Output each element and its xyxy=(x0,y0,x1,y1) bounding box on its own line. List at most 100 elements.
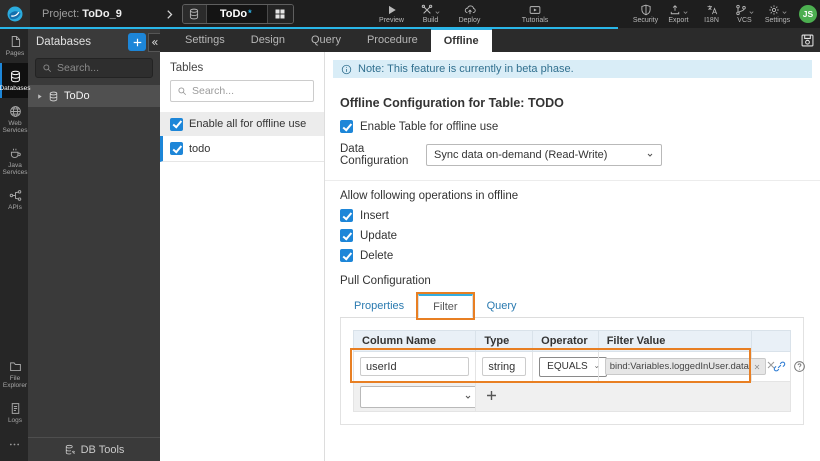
add-column-select[interactable] xyxy=(360,385,480,408)
tab-design[interactable]: Design xyxy=(238,28,298,52)
delete-label: Delete xyxy=(360,249,394,262)
enable-all-checkbox[interactable] xyxy=(170,117,183,131)
security-button[interactable]: Security xyxy=(629,0,662,28)
sidebar-item-java-services[interactable]: Java Services xyxy=(0,140,28,182)
tab-filter[interactable]: Filter xyxy=(416,292,475,320)
sidebar-item-databases[interactable]: Databases xyxy=(0,63,31,98)
caret-right-icon[interactable] xyxy=(36,93,43,100)
header-column-name: Column Name xyxy=(352,330,477,352)
deploy-label: Deploy xyxy=(458,17,481,24)
tab-settings[interactable]: Settings xyxy=(172,28,238,52)
api-icon xyxy=(9,189,22,202)
sidebar-item-file-explorer[interactable]: File Explorer xyxy=(0,353,28,395)
delete-filter-row-button[interactable] xyxy=(765,359,777,371)
beta-note-text: Note: This feature is currently in beta … xyxy=(358,63,574,75)
deploy-button[interactable]: Deploy xyxy=(450,0,489,28)
filter-table-header-row: Column Name Type Operator Filter Value xyxy=(352,330,792,352)
data-configuration-select[interactable]: Sync data on-demand (Read-Write) xyxy=(426,144,662,166)
tables-search-input[interactable] xyxy=(192,85,298,97)
sidebar-item-label: Pages xyxy=(5,50,25,57)
file-icon xyxy=(9,35,22,48)
beta-note-banner: Note: This feature is currently in beta … xyxy=(333,60,812,78)
close-icon xyxy=(765,359,777,371)
filter-value-cell: bind:Variables.loggedInUser.data xyxy=(604,358,745,375)
databases-search-input[interactable] xyxy=(57,62,143,74)
sidebar-item-label: Databases xyxy=(0,85,31,92)
plus-icon xyxy=(485,389,498,402)
operator-select[interactable]: EQUALS xyxy=(539,356,608,377)
sidebar-item-pages[interactable]: Pages xyxy=(0,28,28,63)
sidebar-item-label: Java Services xyxy=(2,162,28,176)
help-icon xyxy=(793,360,806,373)
page-title: Offline Configuration for Table: TODO xyxy=(340,96,564,110)
database-name: ToDo xyxy=(64,90,90,102)
data-configuration-value: Sync data on-demand (Read-Write) xyxy=(434,149,608,161)
user-avatar[interactable]: JS xyxy=(799,5,817,23)
preview-label: Preview xyxy=(379,17,404,24)
tab-query-pull[interactable]: Query xyxy=(473,294,531,317)
filter-value-chip[interactable]: bind:Variables.loggedInUser.data xyxy=(604,358,766,375)
vcs-button[interactable]: VCS xyxy=(728,0,761,28)
enable-table-checkbox[interactable] xyxy=(340,120,353,133)
settings-label: Settings xyxy=(764,17,791,24)
chevron-down-icon xyxy=(682,9,689,16)
plus-icon xyxy=(132,37,143,48)
i18n-button[interactable]: I18N xyxy=(695,0,728,28)
enable-all-offline-row[interactable]: Enable all for offline use xyxy=(160,112,324,136)
sidebar-more-button[interactable] xyxy=(0,430,28,461)
operations-section-label: Allow following operations in offline xyxy=(340,190,519,202)
insert-checkbox[interactable] xyxy=(340,209,353,222)
sidebar-item-web-services[interactable]: Web Services xyxy=(0,98,28,140)
tab-query[interactable]: Query xyxy=(298,28,354,52)
operations-checkboxes: Insert Update Delete xyxy=(340,209,804,262)
database-tree-item-todo[interactable]: ToDo xyxy=(28,85,160,107)
video-icon xyxy=(529,4,541,16)
artifact-tab-todo[interactable]: ToDo* xyxy=(181,4,294,24)
close-icon[interactable] xyxy=(753,363,761,371)
build-button[interactable]: Build xyxy=(411,0,450,28)
help-button[interactable] xyxy=(793,360,806,373)
enable-all-label: Enable all for offline use xyxy=(189,118,307,130)
sidebar-item-label: File Explorer xyxy=(2,375,28,389)
table-item-todo[interactable]: todo xyxy=(160,136,324,162)
collapse-panel-button[interactable] xyxy=(148,33,160,52)
wavemaker-logo[interactable] xyxy=(0,0,30,28)
db-tools-button[interactable]: DB Tools xyxy=(28,437,160,461)
tab-offline[interactable]: Offline xyxy=(430,28,492,52)
settings-button[interactable]: Settings xyxy=(761,0,794,28)
tab-procedure[interactable]: Procedure xyxy=(354,28,431,52)
databases-panel: Databases ToDo DB Tools xyxy=(28,28,160,461)
db-tools-label: DB Tools xyxy=(80,443,125,456)
build-label: Build xyxy=(422,17,439,24)
save-button[interactable] xyxy=(800,33,815,48)
filter-table: Column Name Type Operator Filter Value u… xyxy=(352,330,792,412)
chevron-down-icon xyxy=(748,9,755,16)
column-name-input[interactable] xyxy=(360,357,470,376)
rail-spacer xyxy=(0,217,28,353)
table-todo-checkbox[interactable] xyxy=(170,142,183,155)
add-database-button[interactable] xyxy=(128,33,146,51)
topbar-actions: Preview Build Deploy xyxy=(372,0,489,28)
play-icon xyxy=(386,4,398,16)
tab-properties[interactable]: Properties xyxy=(340,294,418,317)
modified-indicator: * xyxy=(248,8,252,18)
data-configuration-label: Data Configuration xyxy=(340,143,409,167)
add-filter-button[interactable] xyxy=(485,389,498,402)
export-button[interactable]: Export xyxy=(662,0,695,28)
sidebar-item-logs[interactable]: Logs xyxy=(0,395,28,430)
i18n-label: I18N xyxy=(704,17,719,24)
operation-update-row: Update xyxy=(340,229,804,242)
tutorials-button[interactable]: Tutorials xyxy=(512,0,558,28)
filter-value-text: bind:Variables.loggedInUser.data xyxy=(609,361,749,372)
export-icon xyxy=(669,4,681,16)
preview-button[interactable]: Preview xyxy=(372,0,411,28)
grid-icon[interactable] xyxy=(266,5,293,23)
delete-checkbox[interactable] xyxy=(340,249,353,262)
database-icon xyxy=(182,5,207,23)
update-checkbox[interactable] xyxy=(340,229,353,242)
type-input[interactable] xyxy=(482,357,527,376)
folder-icon xyxy=(9,360,22,373)
sidebar-item-apis[interactable]: APIs xyxy=(0,182,28,217)
chevron-down-icon xyxy=(464,393,472,401)
operation-delete-row: Delete xyxy=(340,249,804,262)
